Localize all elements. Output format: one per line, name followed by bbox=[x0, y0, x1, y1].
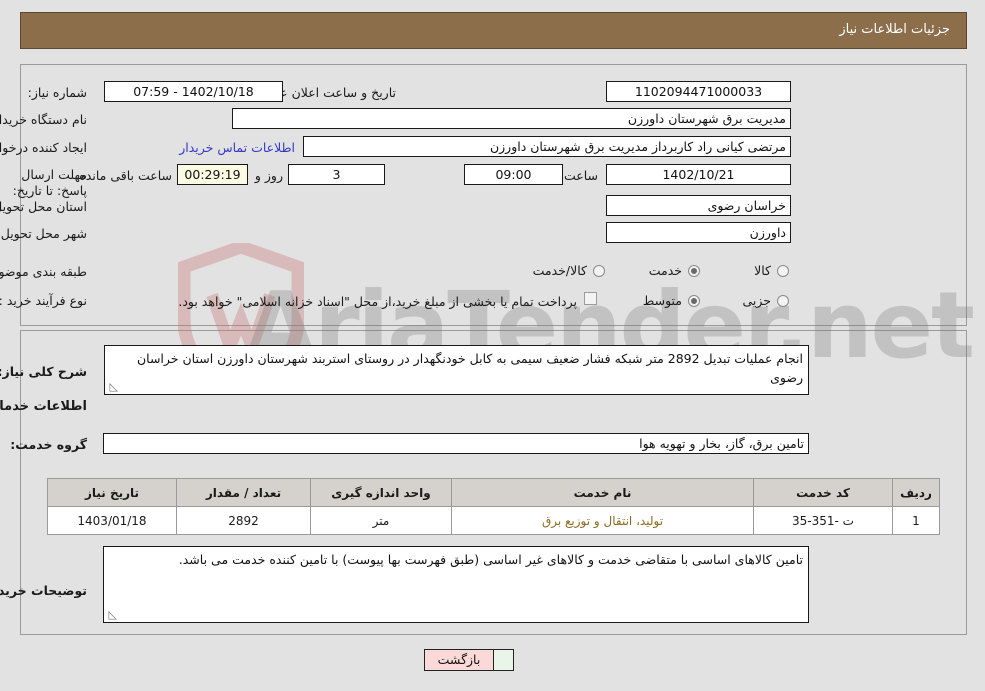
radio-category-kala[interactable] bbox=[777, 265, 789, 277]
table-row: 1 ت -351-35 تولید، انتقال و توزیع برق مت… bbox=[47, 506, 940, 535]
deadline-hour-value: 09:00 bbox=[464, 164, 563, 185]
deadline-label: مهلت ارسال پاسخ: تا تاریخ: bbox=[12, 167, 87, 198]
table-header-row: ردیف کد خدمت نام خدمت واحد اندازه گیری ت… bbox=[47, 478, 940, 507]
col-quantity: تعداد / مقدار bbox=[176, 478, 311, 507]
creator-value: مرتضی کیانی راد کاربرداز مدیریت برق شهرس… bbox=[303, 136, 791, 157]
need-desc-textarea[interactable]: انجام عملیات تبدیل 2892 متر شبکه فشار ضع… bbox=[104, 345, 809, 395]
need-desc-value: انجام عملیات تبدیل 2892 متر شبکه فشار ضع… bbox=[136, 351, 803, 385]
time-remaining-value: 00:29:19 bbox=[177, 164, 248, 185]
buyer-contact-link[interactable]: اطلاعات تماس خریدار bbox=[179, 140, 295, 155]
cell-row-no: 1 bbox=[892, 506, 940, 535]
process-label: نوع فرآیند خرید : bbox=[0, 293, 87, 308]
buyer-org-label: نام دستگاه خریدار: bbox=[0, 112, 87, 127]
creator-label: ایجاد کننده درخواست: bbox=[0, 140, 87, 155]
cell-service-code: ت -351-35 bbox=[753, 506, 893, 535]
deadline-date-value: 1402/10/21 bbox=[606, 164, 791, 185]
buyer-notes-label: توضیحات خریدار: bbox=[0, 583, 87, 598]
days-remaining-value: 3 bbox=[288, 164, 385, 185]
col-unit: واحد اندازه گیری bbox=[310, 478, 452, 507]
province-label: استان محل تحویل: bbox=[0, 199, 87, 214]
cell-service-name: تولید، انتقال و توزیع برق bbox=[451, 506, 754, 535]
cell-need-date: 1403/01/18 bbox=[47, 506, 177, 535]
service-group-value: تامین برق، گاز، بخار و تهویه هوا bbox=[103, 433, 809, 454]
radio-process-motevaset-label: متوسط bbox=[642, 293, 682, 308]
buyer-org-value: مدیریت برق شهرستان داورزن bbox=[232, 108, 791, 129]
province-value: خراسان رضوی bbox=[606, 195, 791, 216]
need-number-value: 1102094471000033 bbox=[606, 81, 791, 102]
radio-category-kala-label: کالا bbox=[754, 263, 771, 278]
radio-process-jozei[interactable] bbox=[777, 295, 789, 307]
days-word-label: روز و bbox=[254, 168, 283, 183]
cell-unit: متر bbox=[310, 506, 452, 535]
window-titlebar: جزئیات اطلاعات نیاز bbox=[20, 12, 967, 49]
category-label: طبقه بندی موضوعی: bbox=[0, 264, 87, 279]
resize-grip-icon[interactable]: ◺ bbox=[108, 381, 118, 392]
resize-grip-icon-2[interactable]: ◺ bbox=[107, 609, 117, 620]
buyer-notes-textarea[interactable]: تامین کالاهای اساسی با متقاضی خدمت و کال… bbox=[103, 546, 809, 623]
treasury-checkbox[interactable] bbox=[584, 292, 597, 305]
deadline-hour-label: ساعت bbox=[563, 168, 598, 183]
need-number-label: شماره نیاز: bbox=[27, 85, 87, 100]
radio-category-khedmat-label: خدمت bbox=[648, 263, 682, 278]
col-need-date: تاریخ نیاز bbox=[47, 478, 177, 507]
radio-category-kala-khedmat[interactable] bbox=[593, 265, 605, 277]
page-root: AriaTender.net جزئیات اطلاعات نیاز شماره… bbox=[0, 0, 985, 691]
city-value: داورزن bbox=[606, 222, 791, 243]
need-info-panel bbox=[20, 64, 967, 326]
need-desc-label: شرح کلی نیاز: bbox=[0, 364, 87, 379]
page-title: جزئیات اطلاعات نیاز bbox=[839, 22, 950, 37]
radio-process-jozei-label: جزیی bbox=[742, 293, 771, 308]
city-label: شهر محل تحویل: bbox=[0, 226, 87, 241]
cell-quantity: 2892 bbox=[176, 506, 311, 535]
services-section-title: اطلاعات خدمات مورد نیاز bbox=[0, 399, 87, 414]
service-group-label: گروه خدمت: bbox=[10, 437, 87, 452]
back-button[interactable]: بازگشت bbox=[424, 649, 494, 671]
remaining-suffix-label: ساعت باقی مانده bbox=[79, 168, 172, 183]
public-announce-value: 1402/10/18 - 07:59 bbox=[104, 81, 283, 102]
col-service-name: نام خدمت bbox=[451, 478, 754, 507]
radio-category-khedmat[interactable] bbox=[688, 265, 700, 277]
radio-process-motevaset[interactable] bbox=[688, 295, 700, 307]
col-service-code: کد خدمت bbox=[753, 478, 893, 507]
services-table: ردیف کد خدمت نام خدمت واحد اندازه گیری ت… bbox=[47, 478, 940, 535]
col-row-no: ردیف bbox=[892, 478, 940, 507]
buyer-notes-value: تامین کالاهای اساسی با متقاضی خدمت و کال… bbox=[178, 552, 803, 567]
radio-category-kala-khedmat-label: کالا/خدمت bbox=[532, 263, 587, 278]
treasury-note-label: پرداخت تمام یا بخشی از مبلغ خرید،از محل … bbox=[178, 294, 577, 309]
